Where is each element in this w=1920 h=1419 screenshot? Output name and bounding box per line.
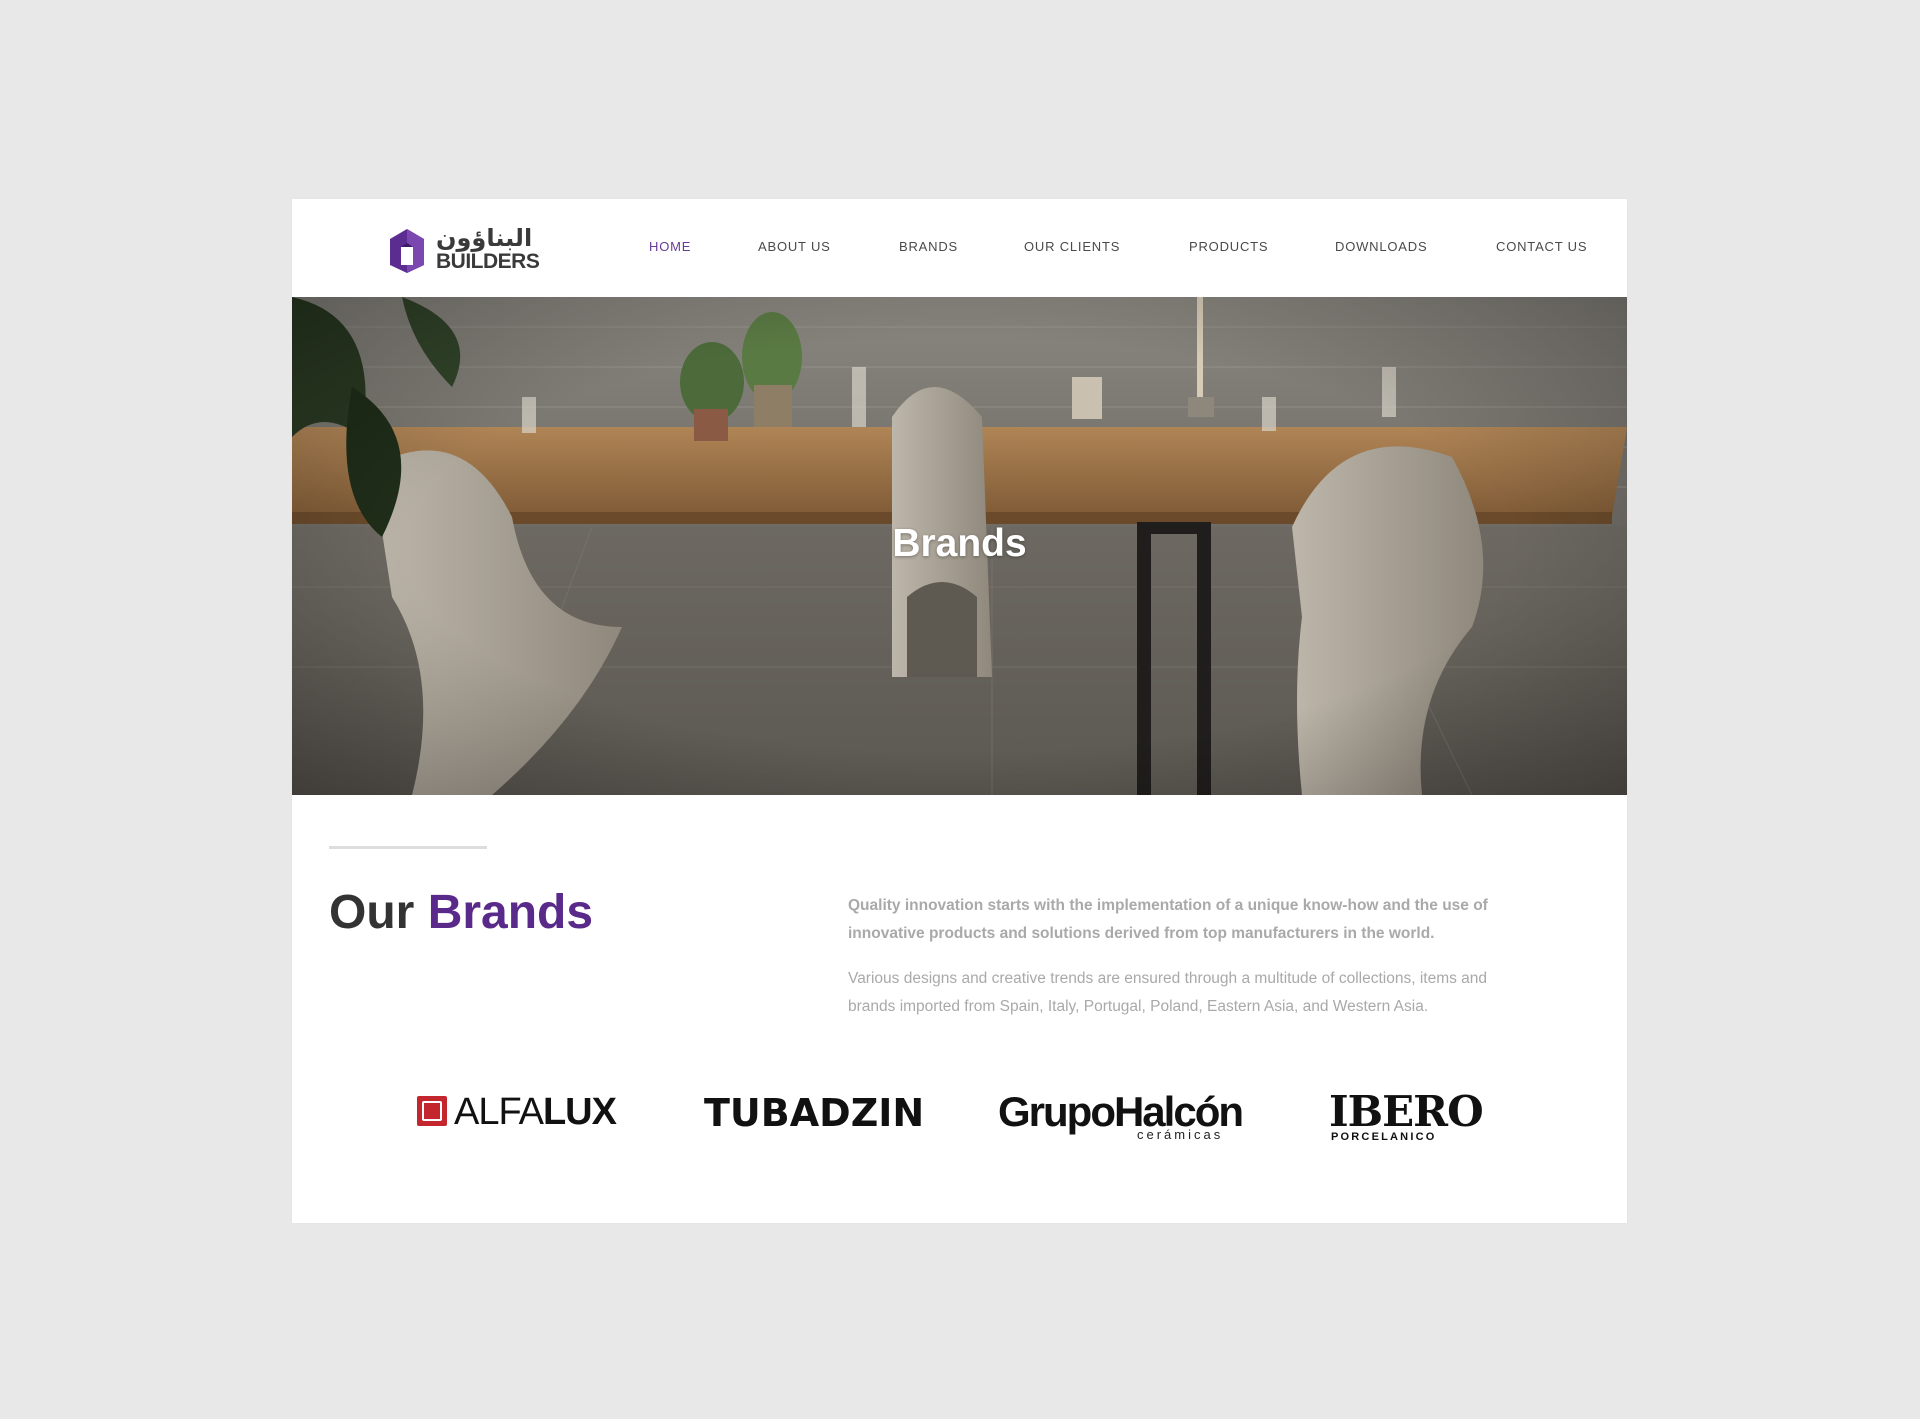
nav-downloads[interactable]: DOWNLOADS [1335, 239, 1427, 254]
nav-brands[interactable]: BRANDS [899, 239, 958, 254]
ibero-subtitle: PORCELANICO [1331, 1131, 1437, 1143]
section-heading-prefix: Our [329, 886, 415, 939]
hero-banner: Brands [292, 297, 1627, 795]
page-card: البناؤون BUILDERS HOME ABOUT US BRANDS O… [292, 199, 1627, 1223]
nav-products[interactable]: PRODUCTS [1189, 239, 1268, 254]
section-divider [329, 846, 487, 849]
nav-about-us[interactable]: ABOUT US [758, 239, 831, 254]
site-header: البناؤون BUILDERS HOME ABOUT US BRANDS O… [292, 199, 1627, 297]
grupohalcon-subtitle: cerámicas [1137, 1127, 1224, 1142]
nav-contact-us[interactable]: CONTACT US [1496, 239, 1587, 254]
brand-logo-grupohalcon[interactable]: GrupoHalcón cerámicas [998, 1089, 1244, 1149]
intro-paragraph: Various designs and creative trends are … [848, 970, 1488, 1015]
hero-title: Brands [892, 522, 1027, 565]
section-heading: Our Brands [329, 885, 593, 940]
alfalux-wordmark: ALFALUX [454, 1091, 617, 1133]
ibero-wordmark: IBERO [1329, 1087, 1484, 1136]
tubadzin-wordmark: TUBADZIN [704, 1091, 925, 1135]
brand-logo-tubadzin[interactable]: TUBADZIN [704, 1089, 924, 1149]
intro-paragraph-bold: Quality innovation starts with the imple… [848, 897, 1488, 942]
alfalux-emblem-icon [417, 1096, 447, 1126]
main-nav: HOME ABOUT US BRANDS OUR CLIENTS PRODUCT… [292, 239, 1627, 259]
nav-home[interactable]: HOME [649, 239, 691, 254]
nav-our-clients[interactable]: OUR CLIENTS [1024, 239, 1120, 254]
brand-logo-ibero[interactable]: IBERO PORCELANICO [1329, 1087, 1484, 1149]
section-heading-accent: Brands [427, 886, 594, 939]
